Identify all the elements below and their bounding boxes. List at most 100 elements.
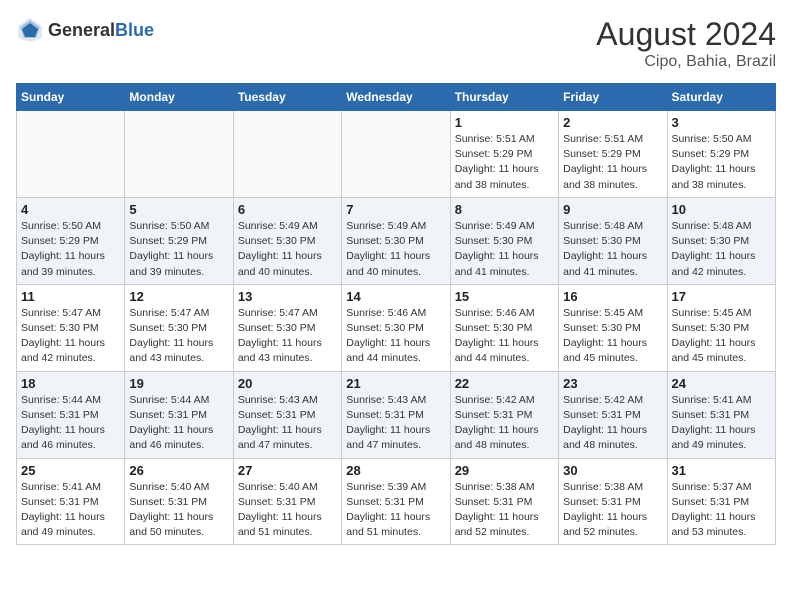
location: Cipo, Bahia, Brazil <box>596 53 776 71</box>
day-cell-14: 14 Sunrise: 5:46 AMSunset: 5:30 PMDayligh… <box>342 284 450 371</box>
day-number: 31 <box>672 463 771 478</box>
day-info: Sunrise: 5:48 AMSunset: 5:30 PMDaylight:… <box>563 219 662 280</box>
day-cell-5: 5Sunrise: 5:50 AMSunset: 5:29 PMDaylight… <box>125 197 233 284</box>
day-number: 25 <box>21 463 120 478</box>
day-number: 30 <box>563 463 662 478</box>
day-info: Sunrise: 5:47 AMSunset: 5:30 PMDaylight:… <box>21 306 120 367</box>
day-cell-25: 25Sunrise: 5:41 AMSunset: 5:31 PMDayligh… <box>17 458 125 545</box>
day-cell-3: 3 Sunrise: 5:50 AMSunset: 5:29 PMDaylight… <box>667 111 775 198</box>
empty-cell <box>125 111 233 198</box>
day-info: Sunrise: 5:38 AMSunset: 5:31 PMDaylight:… <box>455 480 554 541</box>
day-cell-28: 28 Sunrise: 5:39 AMSunset: 5:31 PMDayligh… <box>342 458 450 545</box>
day-number: 23 <box>563 376 662 391</box>
logo-general: General <box>48 20 115 40</box>
day-info: Sunrise: 5:51 AMSunset: 5:29 PMDaylight:… <box>455 132 554 193</box>
day-number: 3 <box>672 115 771 130</box>
day-cell-27: 27Sunrise: 5:40 AMSunset: 5:31 PMDayligh… <box>233 458 341 545</box>
day-number: 18 <box>21 376 120 391</box>
day-cell-6: 6Sunrise: 5:49 AMSunset: 5:30 PMDaylight… <box>233 197 341 284</box>
logo-blue: Blue <box>115 20 154 40</box>
day-info: Sunrise: 5:39 AMSunset: 5:31 PMDaylight:… <box>346 480 445 541</box>
day-info: Sunrise: 5:43 AMSunset: 5:31 PMDaylight:… <box>238 393 337 454</box>
day-cell-7: 7 Sunrise: 5:49 AMSunset: 5:30 PMDaylight… <box>342 197 450 284</box>
day-info: Sunrise: 5:51 AMSunset: 5:29 PMDaylight:… <box>563 132 662 193</box>
day-cell-18: 18 Sunrise: 5:44 AMSunset: 5:31 PMDayligh… <box>17 371 125 458</box>
day-info: Sunrise: 5:49 AMSunset: 5:30 PMDaylight:… <box>346 219 445 280</box>
empty-cell <box>233 111 341 198</box>
col-header-wednesday: Wednesday <box>342 84 450 111</box>
day-cell-1: 1Sunrise: 5:51 AMSunset: 5:29 PMDaylight… <box>450 111 558 198</box>
day-info: Sunrise: 5:45 AMSunset: 5:30 PMDaylight:… <box>563 306 662 367</box>
day-cell-2: 2Sunrise: 5:51 AMSunset: 5:29 PMDaylight… <box>559 111 667 198</box>
header-row: SundayMondayTuesdayWednesdayThursdayFrid… <box>17 84 776 111</box>
month-year: August 2024 <box>596 16 776 53</box>
day-cell-13: 13Sunrise: 5:47 AMSunset: 5:30 PMDayligh… <box>233 284 341 371</box>
day-number: 28 <box>346 463 445 478</box>
day-cell-4: 4 Sunrise: 5:50 AMSunset: 5:29 PMDaylight… <box>17 197 125 284</box>
day-info: Sunrise: 5:44 AMSunset: 5:31 PMDaylight:… <box>21 393 120 454</box>
day-info: Sunrise: 5:50 AMSunset: 5:29 PMDaylight:… <box>21 219 120 280</box>
col-header-saturday: Saturday <box>667 84 775 111</box>
day-cell-24: 24 Sunrise: 5:41 AMSunset: 5:31 PMDayligh… <box>667 371 775 458</box>
calendar-table: SundayMondayTuesdayWednesdayThursdayFrid… <box>16 83 776 545</box>
empty-cell <box>342 111 450 198</box>
empty-cell <box>17 111 125 198</box>
day-info: Sunrise: 5:49 AMSunset: 5:30 PMDaylight:… <box>455 219 554 280</box>
week-row-5: 25Sunrise: 5:41 AMSunset: 5:31 PMDayligh… <box>17 458 776 545</box>
day-info: Sunrise: 5:45 AMSunset: 5:30 PMDaylight:… <box>672 306 771 367</box>
day-cell-20: 20Sunrise: 5:43 AMSunset: 5:31 PMDayligh… <box>233 371 341 458</box>
day-number: 16 <box>563 289 662 304</box>
day-number: 10 <box>672 202 771 217</box>
day-number: 11 <box>21 289 120 304</box>
day-cell-10: 10Sunrise: 5:48 AMSunset: 5:30 PMDayligh… <box>667 197 775 284</box>
logo-icon <box>16 16 44 44</box>
day-info: Sunrise: 5:47 AMSunset: 5:30 PMDaylight:… <box>129 306 228 367</box>
day-cell-19: 19Sunrise: 5:44 AMSunset: 5:31 PMDayligh… <box>125 371 233 458</box>
week-row-1: 1Sunrise: 5:51 AMSunset: 5:29 PMDaylight… <box>17 111 776 198</box>
day-number: 9 <box>563 202 662 217</box>
day-cell-15: 15 Sunrise: 5:46 AMSunset: 5:30 PMDayligh… <box>450 284 558 371</box>
day-cell-23: 23Sunrise: 5:42 AMSunset: 5:31 PMDayligh… <box>559 371 667 458</box>
day-cell-31: 31 Sunrise: 5:37 AMSunset: 5:31 PMDayligh… <box>667 458 775 545</box>
col-header-monday: Monday <box>125 84 233 111</box>
day-info: Sunrise: 5:40 AMSunset: 5:31 PMDaylight:… <box>129 480 228 541</box>
day-number: 21 <box>346 376 445 391</box>
day-cell-8: 8 Sunrise: 5:49 AMSunset: 5:30 PMDaylight… <box>450 197 558 284</box>
day-info: Sunrise: 5:38 AMSunset: 5:31 PMDaylight:… <box>563 480 662 541</box>
day-info: Sunrise: 5:43 AMSunset: 5:31 PMDaylight:… <box>346 393 445 454</box>
day-info: Sunrise: 5:37 AMSunset: 5:31 PMDaylight:… <box>672 480 771 541</box>
week-row-4: 18 Sunrise: 5:44 AMSunset: 5:31 PMDayligh… <box>17 371 776 458</box>
day-info: Sunrise: 5:46 AMSunset: 5:30 PMDaylight:… <box>346 306 445 367</box>
day-number: 7 <box>346 202 445 217</box>
day-number: 8 <box>455 202 554 217</box>
title-block: August 2024 Cipo, Bahia, Brazil <box>596 16 776 71</box>
col-header-thursday: Thursday <box>450 84 558 111</box>
day-cell-11: 11 Sunrise: 5:47 AMSunset: 5:30 PMDayligh… <box>17 284 125 371</box>
col-header-sunday: Sunday <box>17 84 125 111</box>
day-number: 17 <box>672 289 771 304</box>
day-cell-9: 9 Sunrise: 5:48 AMSunset: 5:30 PMDaylight… <box>559 197 667 284</box>
day-cell-17: 17 Sunrise: 5:45 AMSunset: 5:30 PMDayligh… <box>667 284 775 371</box>
day-number: 15 <box>455 289 554 304</box>
day-number: 6 <box>238 202 337 217</box>
day-cell-12: 12Sunrise: 5:47 AMSunset: 5:30 PMDayligh… <box>125 284 233 371</box>
day-info: Sunrise: 5:50 AMSunset: 5:29 PMDaylight:… <box>129 219 228 280</box>
day-number: 4 <box>21 202 120 217</box>
day-number: 24 <box>672 376 771 391</box>
day-number: 27 <box>238 463 337 478</box>
day-cell-26: 26Sunrise: 5:40 AMSunset: 5:31 PMDayligh… <box>125 458 233 545</box>
day-number: 22 <box>455 376 554 391</box>
logo: GeneralBlue <box>16 16 154 44</box>
day-number: 29 <box>455 463 554 478</box>
day-cell-29: 29 Sunrise: 5:38 AMSunset: 5:31 PMDayligh… <box>450 458 558 545</box>
day-info: Sunrise: 5:50 AMSunset: 5:29 PMDaylight:… <box>672 132 771 193</box>
week-row-2: 4 Sunrise: 5:50 AMSunset: 5:29 PMDaylight… <box>17 197 776 284</box>
day-number: 14 <box>346 289 445 304</box>
day-info: Sunrise: 5:44 AMSunset: 5:31 PMDaylight:… <box>129 393 228 454</box>
day-info: Sunrise: 5:41 AMSunset: 5:31 PMDaylight:… <box>672 393 771 454</box>
day-cell-16: 16 Sunrise: 5:45 AMSunset: 5:30 PMDayligh… <box>559 284 667 371</box>
logo-text: GeneralBlue <box>48 20 154 41</box>
day-info: Sunrise: 5:46 AMSunset: 5:30 PMDaylight:… <box>455 306 554 367</box>
col-header-tuesday: Tuesday <box>233 84 341 111</box>
day-info: Sunrise: 5:42 AMSunset: 5:31 PMDaylight:… <box>455 393 554 454</box>
